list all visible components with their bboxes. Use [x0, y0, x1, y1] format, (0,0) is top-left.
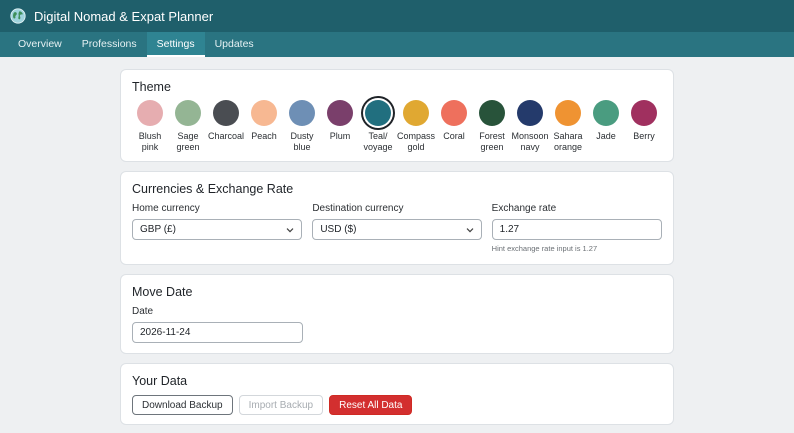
- swatch-dot: [289, 100, 315, 126]
- swatch-dot: [517, 100, 543, 126]
- swatch-dusty-blue[interactable]: Dusty blue: [284, 100, 320, 152]
- your-data-card: Your Data Download Backup Import Backup …: [120, 363, 674, 425]
- currencies-card: Currencies & Exchange Rate Home currency…: [120, 171, 674, 265]
- swatch-dot: [327, 100, 353, 126]
- home-currency-select[interactable]: GBP (£): [132, 219, 303, 240]
- move-date-card: Move Date Date 2026-11-24: [120, 274, 674, 354]
- currencies-title: Currencies & Exchange Rate: [132, 182, 294, 196]
- destination-currency-value: USD ($): [320, 224, 357, 235]
- swatch-sage-green[interactable]: Sage green: [170, 100, 206, 152]
- download-backup-button[interactable]: Download Backup: [132, 395, 233, 415]
- date-input[interactable]: 2026-11-24: [132, 322, 303, 343]
- chevron-down-icon: [286, 226, 294, 234]
- swatch-teal-voyage[interactable]: Teal/ voyage: [360, 100, 396, 152]
- swatch-label: Monsoon navy: [511, 131, 549, 152]
- theme-card: Theme Blush pink Sage green Charcoal Pea…: [120, 69, 674, 162]
- app-header: Digital Nomad & Expat Planner: [0, 0, 794, 32]
- your-data-title: Your Data: [132, 374, 188, 388]
- swatch-label: Teal/ voyage: [363, 131, 393, 152]
- home-currency-value: GBP (£): [140, 224, 176, 235]
- swatch-dot: [555, 100, 581, 126]
- swatch-label: Peach: [251, 131, 277, 141]
- currency-fields: Home currency GBP (£) Destination curren…: [132, 203, 662, 253]
- tab-professions[interactable]: Professions: [72, 32, 147, 57]
- destination-currency-select[interactable]: USD ($): [312, 219, 482, 240]
- exchange-rate-input[interactable]: 1.27: [491, 219, 662, 240]
- tab-bar: Overview Professions Settings Updates: [0, 32, 794, 57]
- destination-currency-field: Destination currency USD ($): [312, 203, 482, 253]
- tab-settings[interactable]: Settings: [146, 32, 205, 57]
- tab-overview[interactable]: Overview: [8, 32, 72, 57]
- swatch-peach[interactable]: Peach: [246, 100, 282, 152]
- swatch-dot: [213, 100, 239, 126]
- swatch-dot: [479, 100, 505, 126]
- exchange-rate-value: 1.27: [499, 224, 520, 235]
- swatch-label: Compass gold: [397, 131, 436, 152]
- swatch-dot: [175, 100, 201, 126]
- tab-updates[interactable]: Updates: [205, 32, 264, 57]
- swatch-label: Plum: [329, 131, 351, 141]
- home-currency-field: Home currency GBP (£): [132, 203, 303, 253]
- swatch-label: Sage green: [176, 131, 200, 152]
- swatch-label: Blush pink: [138, 131, 162, 152]
- swatch-coral[interactable]: Coral: [436, 100, 472, 152]
- swatch-sahara-orange[interactable]: Sahara orange: [550, 100, 586, 152]
- move-date-title: Move Date: [132, 285, 193, 299]
- swatch-charcoal[interactable]: Charcoal: [208, 100, 244, 152]
- swatch-forest-green[interactable]: Forest green: [474, 100, 510, 152]
- swatch-label: Jade: [596, 131, 616, 141]
- globe-icon: [10, 8, 26, 24]
- swatch-dot: [631, 100, 657, 126]
- swatch-label: Sahara orange: [553, 131, 583, 152]
- swatch-dot: [137, 100, 163, 126]
- swatch-jade[interactable]: Jade: [588, 100, 624, 152]
- swatch-dot: [403, 100, 429, 126]
- swatch-compass-gold[interactable]: Compass gold: [397, 100, 436, 152]
- data-actions: Download Backup Import Backup Reset All …: [132, 395, 662, 415]
- swatch-dot: [593, 100, 619, 126]
- theme-swatches: Blush pink Sage green Charcoal Peach Dus…: [132, 100, 662, 152]
- exchange-rate-hint: Hint exchange rate input is 1.27: [491, 244, 598, 253]
- date-label: Date: [132, 306, 154, 317]
- swatch-plum[interactable]: Plum: [322, 100, 358, 152]
- destination-currency-label: Destination currency: [312, 203, 404, 214]
- date-value: 2026-11-24: [140, 327, 191, 338]
- swatch-label: Forest green: [479, 131, 505, 152]
- swatch-dot: [251, 100, 277, 126]
- swatch-berry[interactable]: Berry: [626, 100, 662, 152]
- app-title: Digital Nomad & Expat Planner: [34, 8, 214, 24]
- date-field: Date 2026-11-24: [132, 306, 303, 343]
- settings-content: Theme Blush pink Sage green Charcoal Pea…: [0, 57, 794, 425]
- swatch-dot: [441, 100, 467, 126]
- reset-all-data-button[interactable]: Reset All Data: [329, 395, 413, 415]
- exchange-rate-label: Exchange rate: [491, 203, 557, 214]
- chevron-down-icon: [466, 226, 474, 234]
- exchange-rate-field: Exchange rate 1.27 Hint exchange rate in…: [491, 203, 662, 253]
- swatch-dot-selected: [365, 100, 391, 126]
- swatch-label: Berry: [633, 131, 655, 141]
- import-backup-button[interactable]: Import Backup: [238, 395, 324, 415]
- swatch-monsoon-navy[interactable]: Monsoon navy: [511, 100, 549, 152]
- home-currency-label: Home currency: [132, 203, 200, 214]
- swatch-label: Coral: [443, 131, 465, 141]
- swatch-label: Charcoal: [207, 131, 245, 141]
- theme-title: Theme: [132, 80, 171, 94]
- swatch-label: Dusty blue: [290, 131, 314, 152]
- swatch-blush-pink[interactable]: Blush pink: [132, 100, 168, 152]
